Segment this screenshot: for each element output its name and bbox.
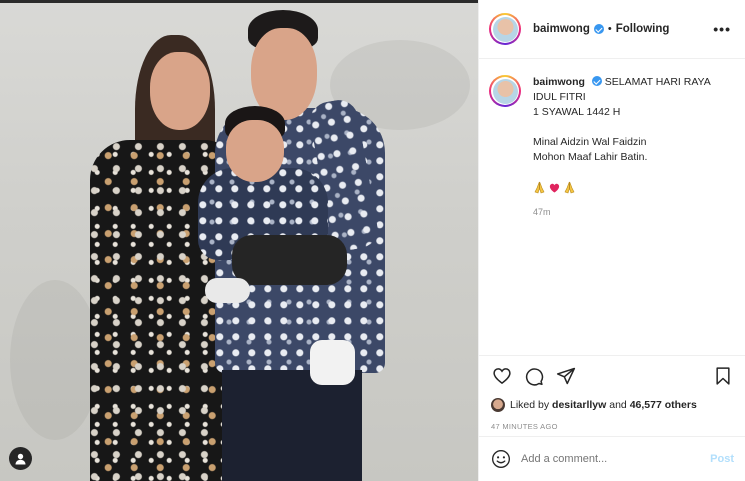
caption-emojis (533, 180, 723, 195)
header-username[interactable]: baimwong (533, 23, 590, 35)
comment-icon[interactable] (523, 365, 545, 387)
following-button[interactable]: Following (616, 23, 670, 35)
verified-badge-icon (593, 24, 604, 34)
avatar[interactable] (489, 13, 521, 45)
likes-and: and (609, 399, 627, 411)
praying-hands-icon (534, 181, 545, 194)
wall-texture (10, 280, 100, 440)
post-timestamp[interactable]: 47 MINUTES AGO (491, 422, 734, 431)
caption-username[interactable]: baimwong (533, 76, 585, 88)
comment-bar: Post (479, 436, 745, 481)
more-options-icon[interactable]: ••• (713, 22, 731, 36)
heart-icon[interactable] (491, 365, 513, 387)
likes-count[interactable]: 46,577 others (630, 399, 697, 411)
likes-prefix: Liked by (510, 399, 550, 411)
liker-avatar[interactable] (491, 398, 505, 412)
verified-badge-icon (591, 76, 602, 86)
user-tag-icon[interactable] (9, 447, 32, 470)
caption-line-3: Minal Aidzin Wal Faidzin (533, 136, 647, 148)
post-actions: Liked by desitarllyw and 46,577 others 4… (479, 355, 745, 449)
likes-summary: Liked by desitarllyw and 46,577 others (491, 398, 734, 412)
paper-plane-icon[interactable] (555, 365, 577, 387)
caption: baimwong SELAMAT HARI RAYA IDUL FITRI 1 … (479, 59, 745, 220)
post-photo[interactable] (0, 0, 478, 481)
caption-time: 47m (533, 207, 551, 217)
caption-line-4: Mohon Maaf Lahir Batin. (533, 151, 648, 163)
emoji-icon[interactable] (491, 449, 511, 469)
praying-hands-icon (564, 181, 575, 194)
caption-line-2: 1 SYAWAL 1442 H (533, 106, 621, 118)
comment-input[interactable] (521, 453, 711, 465)
caption-avatar[interactable] (489, 75, 521, 107)
post-header: baimwong • Following ••• (479, 0, 745, 59)
liker-username[interactable]: desitarllyw (552, 399, 606, 411)
bookmark-icon[interactable] (712, 365, 734, 387)
top-dark-strip (0, 0, 478, 3)
post-comment-button[interactable]: Post (710, 453, 734, 465)
post-detail-panel: baimwong • Following ••• baimwong SELAMA… (478, 0, 745, 481)
separator-dot: • (607, 23, 612, 35)
heart-emoji-icon (549, 183, 560, 193)
